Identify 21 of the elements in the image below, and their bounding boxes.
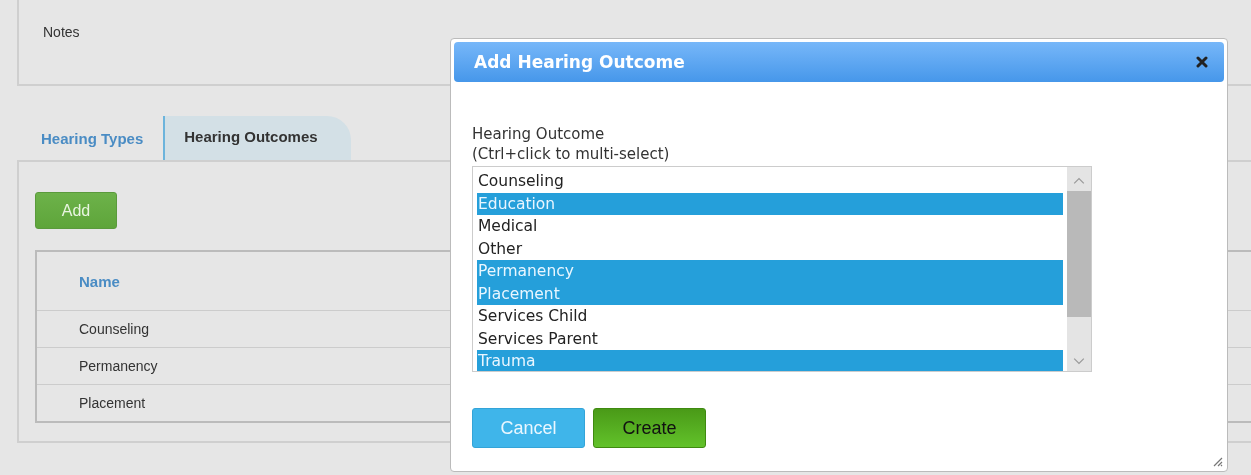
field-label: Hearing Outcome <box>472 124 605 144</box>
tab[interactable]: Hearing Outcomes <box>163 116 352 160</box>
scroll-down-icon[interactable] <box>1073 357 1085 365</box>
scroll-up-icon[interactable] <box>1073 177 1085 185</box>
multi-select-list[interactable]: Counseling Education Medical Other Permanency Placement Services Child Services Parent Trauma <box>472 166 1092 372</box>
list-option[interactable]: Medical <box>477 215 1063 238</box>
scrollbar-thumb[interactable] <box>1067 191 1091 317</box>
dialog-title: Add Hearing Outcome <box>474 52 685 72</box>
list-option[interactable]: Other <box>477 237 1063 260</box>
resize-grip-icon[interactable] <box>1211 455 1223 467</box>
list-option[interactable]: Counseling <box>477 170 1063 193</box>
scrollbar[interactable] <box>1067 167 1091 371</box>
list-option[interactable]: Services Child <box>477 305 1063 328</box>
close-icon[interactable] <box>1196 56 1208 68</box>
field-hint: (Ctrl+click to multi-select) <box>472 144 670 164</box>
create-button[interactable]: Create <box>593 408 706 448</box>
table-cell: Permanency <box>79 358 158 374</box>
notes-label: Notes <box>43 24 80 40</box>
table-cell: Placement <box>79 395 146 411</box>
list-option[interactable]: Services Parent <box>477 327 1063 350</box>
table-cell: Counseling <box>79 321 150 337</box>
